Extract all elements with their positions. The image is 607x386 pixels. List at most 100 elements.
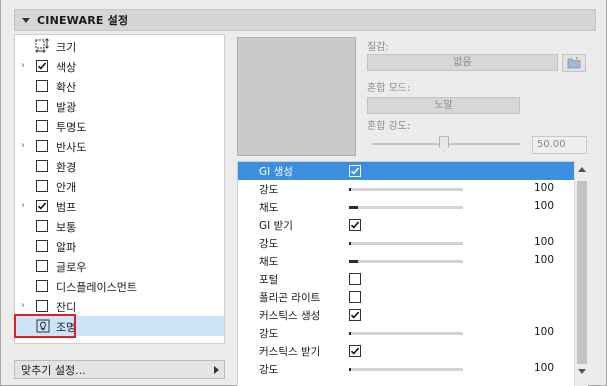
fit-settings-dropdown[interactable]: 맞추기 설정...	[14, 360, 225, 379]
channel-label: 보통	[56, 221, 77, 234]
channel-checkbox[interactable]	[36, 100, 48, 112]
parameter-slider-fill	[349, 242, 351, 245]
parameter-checkbox[interactable]	[349, 273, 361, 285]
channel-row[interactable]: 확산	[15, 76, 224, 96]
expand-arrow-icon[interactable]: ›	[21, 301, 31, 311]
parameter-label: GI 받기	[259, 220, 293, 232]
expand-arrow-icon[interactable]: ›	[21, 141, 31, 151]
blend-mode-dropdown[interactable]: 노말	[367, 97, 520, 114]
channel-label: 확산	[56, 81, 77, 94]
parameter-checkbox[interactable]	[349, 345, 361, 357]
channel-row[interactable]: 발광	[15, 96, 224, 116]
channel-label: 반사도	[56, 141, 87, 154]
parameter-checkbox[interactable]	[349, 291, 361, 303]
parameter-slider[interactable]	[349, 332, 463, 335]
parameter-row[interactable]: 강도 100	[238, 324, 575, 342]
parameter-row[interactable]: 채도 100	[238, 252, 575, 270]
parameter-label: 폴리곤 라이트	[259, 292, 321, 304]
channel-row[interactable]: › 색상	[15, 56, 224, 76]
blend-strength-input[interactable]: 50.00	[532, 136, 587, 154]
channel-row[interactable]: › 범프	[15, 196, 224, 216]
scroll-down-icon[interactable]	[578, 369, 586, 374]
parameter-value: 100	[534, 236, 555, 248]
parameter-row[interactable]: 강도 100	[238, 360, 575, 378]
parameter-row[interactable]: 강도 100	[238, 180, 575, 198]
collapse-triangle-icon[interactable]	[22, 17, 30, 23]
parameter-slider-fill	[349, 368, 351, 371]
scroll-up-icon[interactable]	[578, 167, 586, 172]
channel-checkbox[interactable]	[36, 200, 48, 212]
texture-field[interactable]: 없음	[367, 54, 558, 71]
channel-row[interactable]: 알파	[15, 236, 224, 256]
parameter-row[interactable]: 채도 100	[238, 198, 575, 216]
channel-checkbox[interactable]	[36, 240, 48, 252]
channel-label: 색상	[56, 61, 77, 74]
channel-row[interactable]: › 반사도	[15, 136, 224, 156]
channel-checkbox[interactable]	[36, 120, 48, 132]
parameter-row[interactable]: 폴리곤 라이트	[238, 288, 575, 306]
channel-label: 디스플레이스먼트	[56, 281, 137, 294]
channel-checkbox[interactable]	[36, 180, 48, 192]
channel-row[interactable]: 크기	[15, 36, 224, 56]
browse-texture-button[interactable]	[562, 54, 586, 72]
parameter-list[interactable]: GI 생성 강도 100 채도 100 GI 받기 강도 100 채도 100 포털 폴리곤 라이트 커…	[237, 161, 588, 386]
parameter-value: 100	[534, 254, 555, 266]
scrollbar-thumb[interactable]	[577, 181, 587, 364]
channel-checkbox[interactable]	[36, 80, 48, 92]
expand-arrow-icon[interactable]: ›	[21, 201, 31, 211]
parameter-slider[interactable]	[349, 368, 463, 371]
parameter-label: 강도	[259, 328, 279, 340]
channel-label: 글로우	[56, 261, 87, 274]
channel-label: 발광	[56, 101, 77, 114]
channel-checkbox[interactable]	[36, 280, 48, 292]
parameter-slider-fill	[349, 332, 351, 335]
parameter-slider[interactable]	[349, 206, 463, 209]
parameter-row[interactable]: 커스틱스 받기	[238, 342, 575, 360]
parameter-checkbox[interactable]	[349, 219, 361, 231]
expand-arrow-icon[interactable]: ›	[21, 61, 31, 71]
channel-row[interactable]: 디스플레이스먼트	[15, 276, 224, 296]
parameter-row[interactable]: GI 받기	[238, 216, 575, 234]
channel-checkbox[interactable]	[36, 260, 48, 272]
parameter-slider-fill	[349, 206, 358, 209]
channel-row[interactable]: › 잔디	[15, 296, 224, 316]
parameter-label: 강도	[259, 238, 279, 250]
parameter-value: 100	[534, 326, 555, 338]
parameter-checkbox[interactable]	[349, 165, 361, 177]
channel-label: 환경	[56, 161, 77, 174]
parameter-slider-fill	[349, 188, 351, 191]
channel-label: 범프	[56, 201, 77, 214]
size-icon	[35, 38, 49, 53]
parameter-label: 강도	[259, 184, 279, 196]
channel-checkbox[interactable]	[36, 140, 48, 152]
channel-checkbox[interactable]	[36, 60, 48, 72]
parameter-label: 채도	[259, 256, 279, 268]
channel-row[interactable]: 보통	[15, 216, 224, 236]
parameter-row[interactable]: 커스틱스 생성	[238, 306, 575, 324]
parameter-slider-fill	[349, 260, 358, 263]
channel-row[interactable]: 글로우	[15, 256, 224, 276]
callout-highlight	[14, 314, 76, 338]
channel-row[interactable]: 환경	[15, 156, 224, 176]
parameter-checkbox[interactable]	[349, 309, 361, 321]
channel-checkbox[interactable]	[36, 160, 48, 172]
blend-mode-label: 혼합 모드:	[367, 83, 411, 94]
channel-row[interactable]: 안개	[15, 176, 224, 196]
channel-list[interactable]: 크기 › 색상확산발광투명도 › 반사도환경안개 › 범프보통알파글로우디스플레이스먼트 › 잔…	[14, 34, 225, 344]
parameter-label: 포털	[259, 274, 279, 286]
parameter-slider[interactable]	[349, 260, 463, 263]
parameter-slider[interactable]	[349, 242, 463, 245]
section-header[interactable]: CINEWARE 설정	[14, 9, 596, 31]
texture-preview[interactable]	[237, 37, 356, 156]
channel-checkbox[interactable]	[36, 300, 48, 312]
parameter-label: 커스틱스 받기	[259, 346, 321, 358]
channel-row[interactable]: 투명도	[15, 116, 224, 136]
parameter-row[interactable]: 포털	[238, 270, 575, 288]
parameter-label: 커스틱스 생성	[259, 310, 321, 322]
caret-right-icon	[214, 366, 219, 374]
parameter-scrollbar[interactable]	[574, 161, 588, 386]
channel-checkbox[interactable]	[36, 220, 48, 232]
parameter-row[interactable]: 강도 100	[238, 234, 575, 252]
parameter-row[interactable]: GI 생성	[238, 162, 575, 180]
parameter-slider[interactable]	[349, 188, 463, 191]
